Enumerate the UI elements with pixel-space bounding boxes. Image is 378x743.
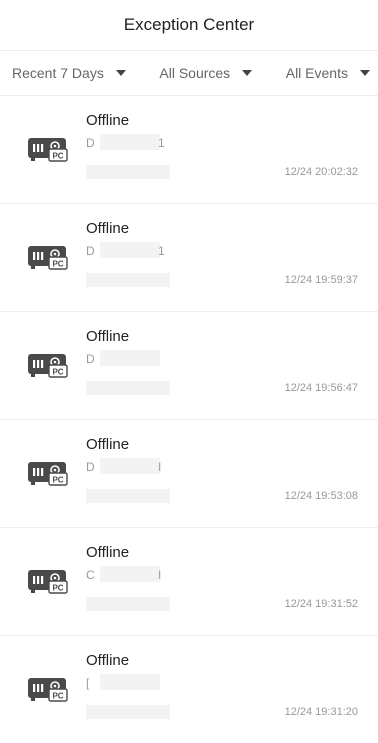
filter-event-type[interactable]: All Events: [286, 65, 370, 81]
event-device-suffix: I: [158, 568, 162, 582]
pc-nvr-device-icon: PC: [28, 246, 68, 270]
event-time: 12/24 19:53:08: [284, 490, 358, 502]
filter-event-type-label: All Events: [285, 65, 348, 81]
event-device-suffix: 1: [158, 136, 165, 150]
page-title: Exception Center: [123, 15, 255, 34]
event-title: Offline: [86, 652, 130, 669]
caret-down-icon: [242, 70, 253, 76]
filter-time-range-label: Recent 7 Days: [12, 65, 104, 81]
event-device-prefix: D: [86, 460, 96, 474]
redacted-detail: [86, 273, 170, 287]
event-list-item[interactable]: PC Offline [ 12/24 19:31:20: [0, 636, 378, 743]
event-title: Offline: [86, 328, 130, 345]
redacted-detail: [86, 489, 170, 503]
caret-down-icon: [359, 70, 370, 76]
event-list-item[interactable]: PC Offline D 12/24 19:56:47: [0, 312, 378, 420]
redacted-detail: [86, 165, 170, 179]
pc-nvr-device-icon: PC: [28, 678, 68, 702]
filter-source-label: All Sources: [159, 65, 231, 81]
event-title: Offline: [86, 436, 130, 453]
event-title: Offline: [86, 220, 130, 237]
event-time: 12/24 19:59:37: [284, 274, 358, 286]
event-device-prefix: [: [86, 676, 90, 690]
redacted-device-name: [100, 674, 160, 690]
event-list: PC Offline D 1 12/24 20:02:32 PC Offline…: [0, 96, 378, 743]
filter-source[interactable]: All Sources: [159, 65, 253, 81]
caret-down-icon: [115, 70, 126, 76]
pc-nvr-device-icon: PC: [28, 570, 68, 594]
event-list-item[interactable]: PC Offline D 1 12/24 20:02:32: [0, 96, 378, 204]
svg-text:PC: PC: [52, 583, 63, 592]
pc-nvr-device-icon: PC: [28, 354, 68, 378]
event-time: 12/24 19:31:20: [284, 706, 358, 718]
event-list-item[interactable]: PC Offline D 1 12/24 19:59:37: [0, 204, 378, 312]
redacted-device-name: [100, 566, 160, 582]
event-device-prefix: D: [86, 244, 96, 258]
event-device-prefix: C: [86, 568, 96, 582]
redacted-device-name: [100, 350, 160, 366]
redacted-device-name: [100, 242, 160, 258]
app-header: Exception Center: [0, 0, 378, 51]
svg-text:PC: PC: [52, 259, 63, 268]
event-device-prefix: D: [86, 352, 96, 366]
event-device-suffix: I: [158, 460, 162, 474]
event-time: 12/24 19:56:47: [284, 382, 358, 394]
filter-time-range[interactable]: Recent 7 Days: [12, 65, 126, 81]
event-device-suffix: 1: [158, 244, 165, 258]
event-time: 12/24 20:02:32: [284, 166, 358, 178]
event-title: Offline: [86, 112, 130, 129]
event-device-prefix: D: [86, 136, 96, 150]
redacted-device-name: [100, 458, 160, 474]
event-list-item[interactable]: PC Offline D I 12/24 19:53:08: [0, 420, 378, 528]
svg-text:PC: PC: [52, 367, 63, 376]
svg-text:PC: PC: [52, 475, 63, 484]
filter-bar: Recent 7 Days All Sources All Events: [0, 51, 378, 96]
event-title: Offline: [86, 544, 130, 561]
redacted-detail: [86, 705, 170, 719]
event-list-item[interactable]: PC Offline C I 12/24 19:31:52: [0, 528, 378, 636]
svg-text:PC: PC: [52, 691, 63, 700]
redacted-device-name: [100, 134, 160, 150]
pc-nvr-device-icon: PC: [28, 462, 68, 486]
svg-text:PC: PC: [52, 151, 63, 160]
redacted-detail: [86, 597, 170, 611]
pc-nvr-device-icon: PC: [28, 138, 68, 162]
event-time: 12/24 19:31:52: [284, 598, 358, 610]
redacted-detail: [86, 381, 170, 395]
